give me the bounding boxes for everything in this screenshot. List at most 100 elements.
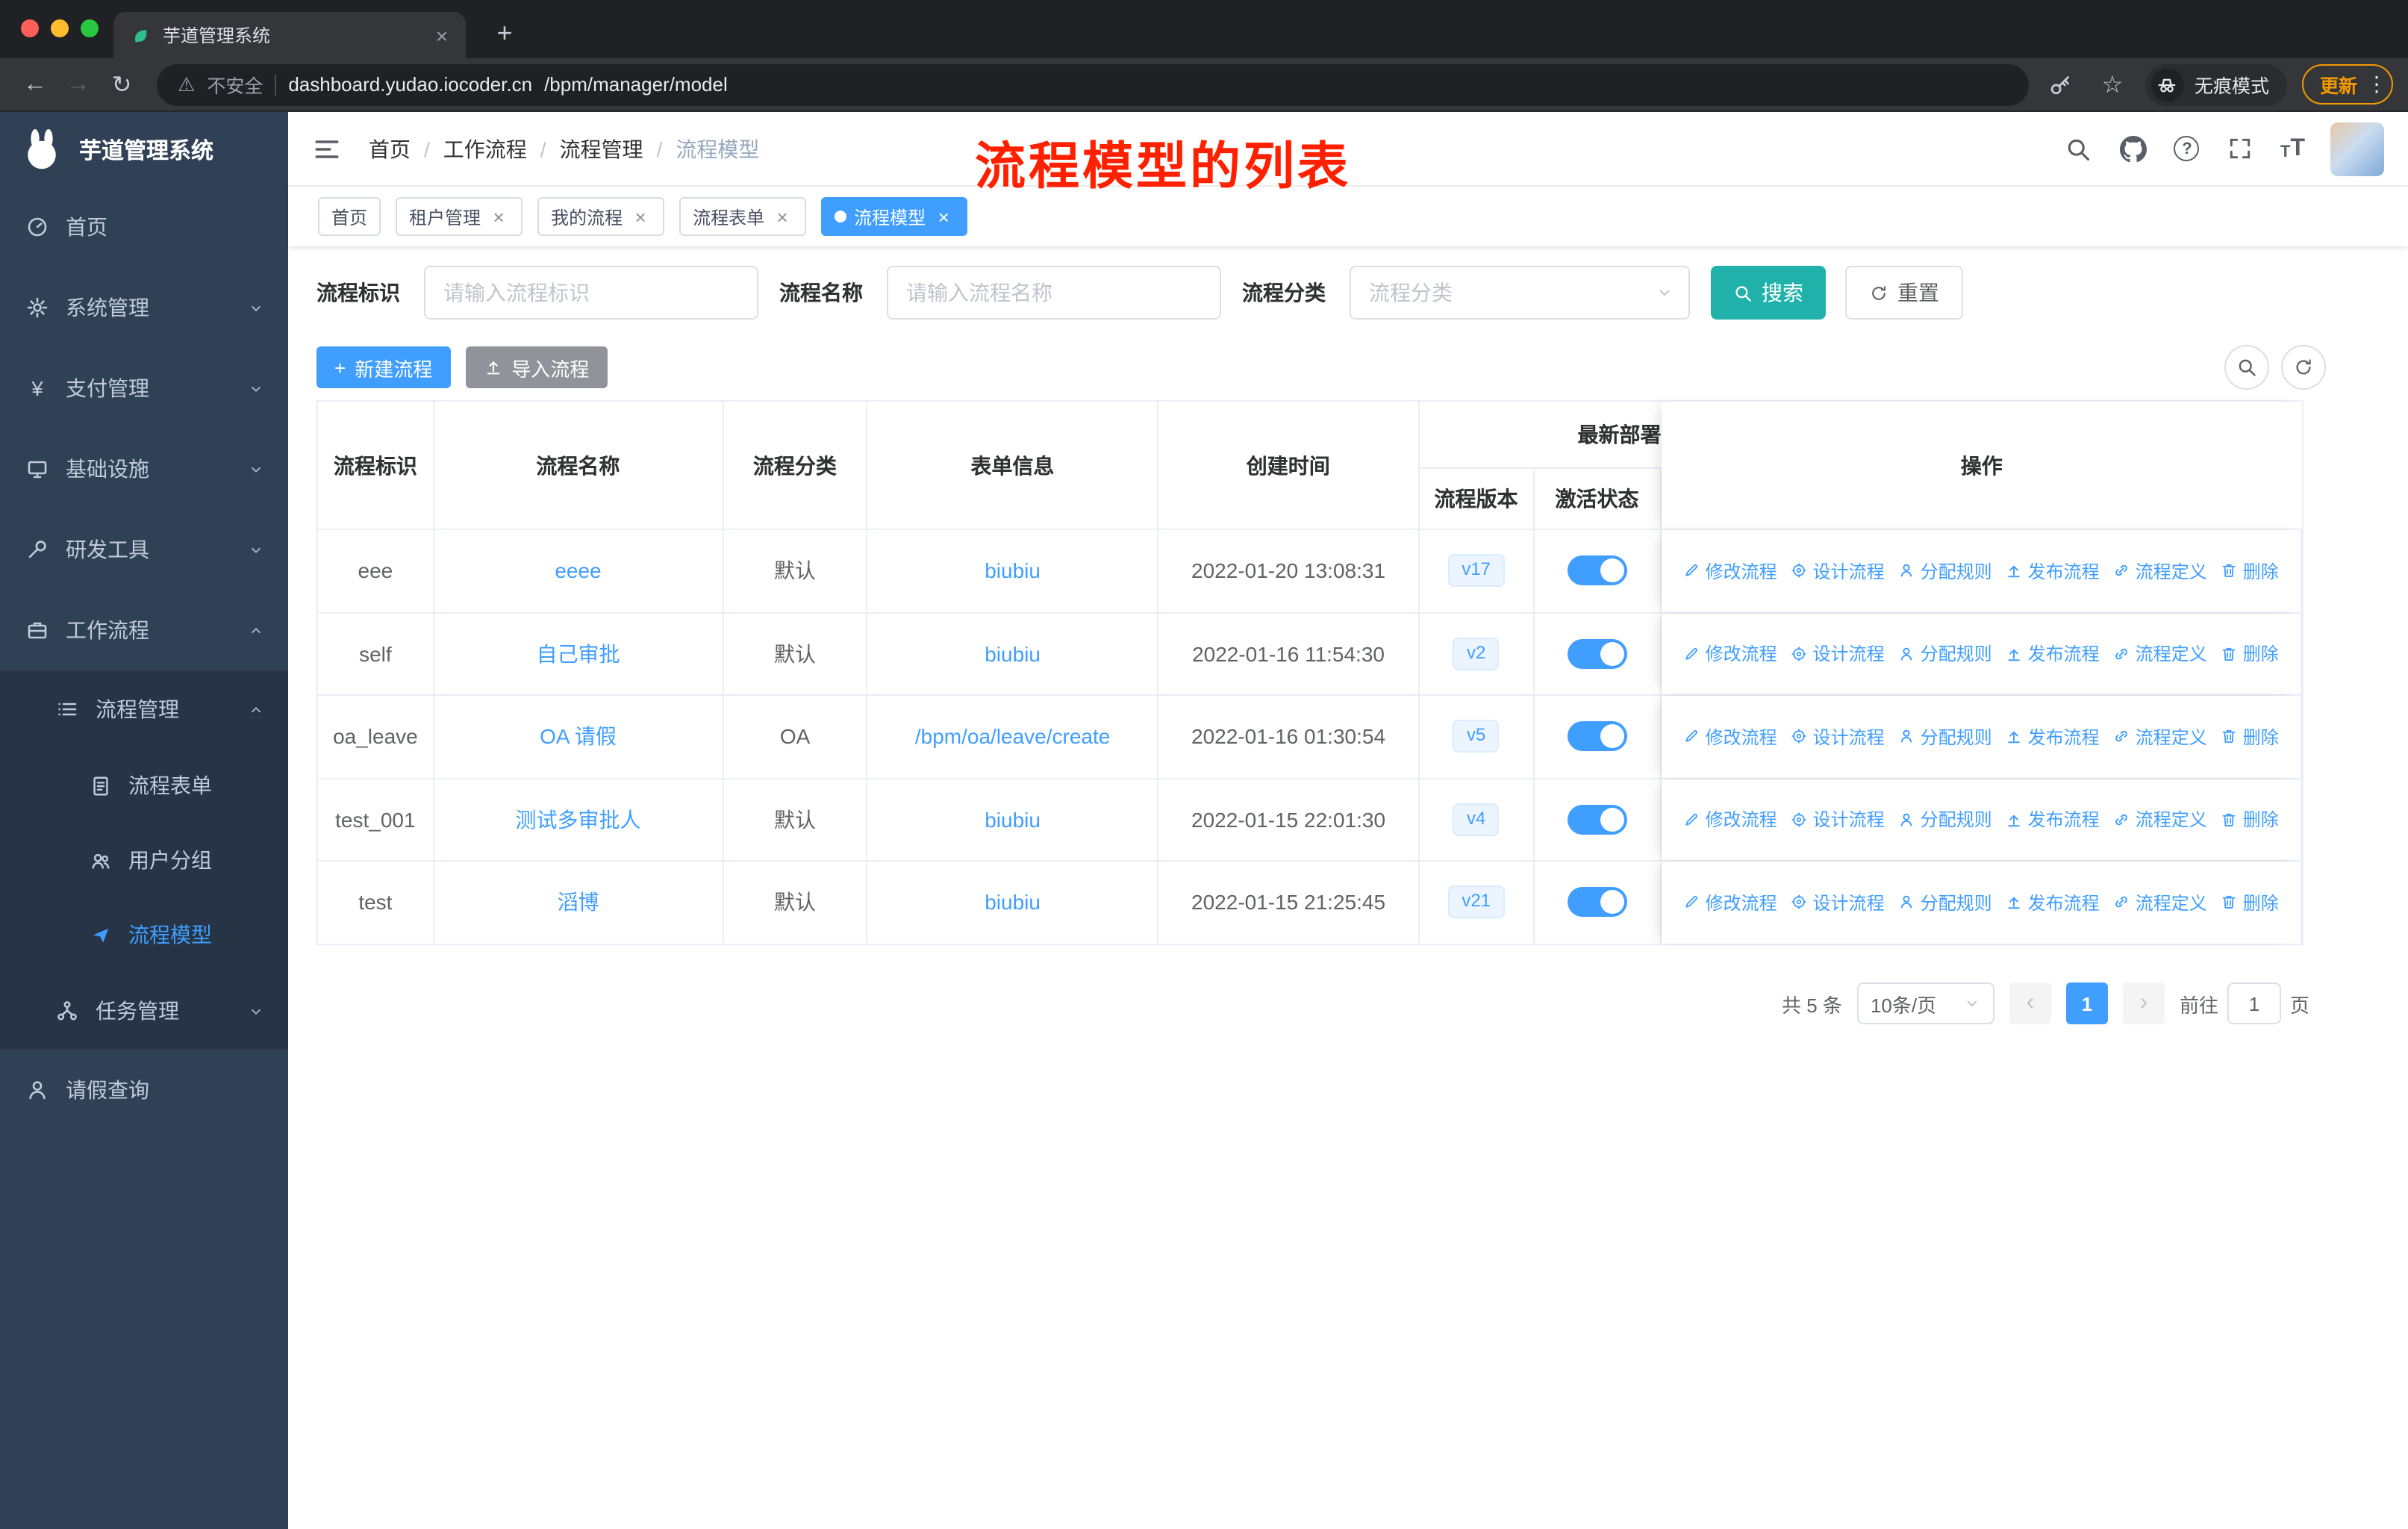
process-name-link[interactable]: 自己审批 [536,639,620,669]
sidebar-item-process-form[interactable]: 流程表单 [0,748,288,823]
page-size-select[interactable]: 10条/页 [1856,983,1994,1024]
close-icon[interactable]: × [488,207,509,226]
process-id-input[interactable] [424,266,758,320]
tab-close-icon[interactable]: × [430,25,454,46]
page-number-button[interactable]: 1 [2065,983,2108,1024]
fullscreen-icon[interactable] [2225,134,2255,164]
help-icon[interactable]: ? [2174,136,2200,161]
publish-process-link[interactable]: 发布流程 [2006,558,2100,584]
tag-process-form[interactable]: 流程表单 × [679,197,807,236]
sidebar-collapse-icon[interactable] [312,134,342,164]
delete-link[interactable]: 删除 [2221,558,2279,584]
process-definition-link[interactable]: 流程定义 [2113,890,2207,915]
address-bar[interactable]: ⚠ 不安全 dashboard.yudao.iocoder.cn/bpm/man… [157,63,2029,105]
delete-link[interactable]: 删除 [2221,807,2279,832]
sidebar-item-home[interactable]: 首页 [0,187,288,267]
process-definition-link[interactable]: 流程定义 [2113,724,2207,750]
incognito-chip[interactable]: 无痕模式 [2145,63,2287,105]
process-category-select[interactable]: 流程分类 [1350,266,1690,320]
tag-home[interactable]: 首页 [318,197,381,236]
window-minimize-button[interactable] [51,19,69,37]
browser-menu-icon[interactable]: ⋮ [2366,72,2387,97]
sidebar-item-workflow[interactable]: 工作流程 [0,590,288,670]
tag-tenant[interactable]: 租户管理 × [396,197,523,236]
form-info-link[interactable]: biubiu [985,891,1041,915]
reload-icon[interactable]: ↻ [102,64,142,105]
sidebar-item-user-group[interactable]: 用户分组 [0,823,288,897]
browser-tab[interactable]: 芋道管理系统 × [113,12,466,58]
form-info-link[interactable]: biubiu [985,808,1041,832]
sidebar-item-process-model[interactable]: 流程模型 [0,897,288,972]
active-toggle[interactable] [1567,804,1627,835]
active-toggle[interactable] [1567,721,1627,752]
search-button[interactable]: 搜索 [1711,266,1826,320]
modify-process-link[interactable]: 修改流程 [1683,641,1777,667]
sidebar-item-task-management[interactable]: 任务管理 [0,972,288,1050]
font-size-icon[interactable]: TT [2280,136,2305,161]
reset-button[interactable]: 重置 [1845,266,1963,320]
breadcrumb-process-management[interactable]: 流程管理 [560,134,643,164]
sidebar-item-leave-query[interactable]: 请假查询 [0,1050,288,1130]
close-icon[interactable]: × [630,207,651,226]
form-info-link[interactable]: /bpm/oa/leave/create [915,725,1111,749]
window-close-button[interactable] [21,19,39,37]
sidebar-item-payment[interactable]: ¥ 支付管理 [0,348,288,429]
design-process-link[interactable]: 设计流程 [1791,641,1885,667]
modify-process-link[interactable]: 修改流程 [1683,807,1777,832]
design-process-link[interactable]: 设计流程 [1791,890,1885,915]
assign-rule-link[interactable]: 分配规则 [1898,807,1992,832]
tag-process-model[interactable]: 流程模型 × [821,197,968,236]
delete-link[interactable]: 删除 [2221,890,2279,915]
modify-process-link[interactable]: 修改流程 [1683,724,1777,750]
create-process-button[interactable]: + 新建流程 [316,346,451,388]
delete-link[interactable]: 删除 [2221,641,2279,667]
assign-rule-link[interactable]: 分配规则 [1898,724,1992,750]
sidebar-item-process-management[interactable]: 流程管理 [0,670,288,748]
process-name-link[interactable]: eeee [555,559,601,583]
goto-page-input[interactable] [2227,983,2281,1024]
browser-update-button[interactable]: 更新 ⋮ [2301,64,2393,105]
next-page-button[interactable]: › [2122,983,2165,1024]
process-definition-link[interactable]: 流程定义 [2113,558,2207,584]
publish-process-link[interactable]: 发布流程 [2006,890,2100,915]
sidebar-item-infra[interactable]: 基础设施 [0,429,288,509]
form-info-link[interactable]: biubiu [985,642,1041,666]
import-process-button[interactable]: 导入流程 [465,346,608,388]
publish-process-link[interactable]: 发布流程 [2006,807,2100,832]
design-process-link[interactable]: 设计流程 [1791,724,1885,750]
active-toggle[interactable] [1567,638,1627,669]
password-key-icon[interactable] [2044,66,2080,102]
close-icon[interactable]: × [772,207,793,226]
design-process-link[interactable]: 设计流程 [1791,807,1885,832]
back-icon[interactable]: ← [15,64,55,105]
prev-page-button[interactable]: ‹ [2009,983,2051,1024]
active-toggle[interactable] [1567,887,1627,918]
process-definition-link[interactable]: 流程定义 [2113,641,2207,667]
design-process-link[interactable]: 设计流程 [1791,558,1885,584]
user-avatar[interactable] [2330,122,2384,175]
publish-process-link[interactable]: 发布流程 [2006,724,2100,750]
breadcrumb-workflow[interactable]: 工作流程 [443,134,527,164]
process-name-link[interactable]: 滔博 [557,888,599,918]
sidebar-item-system[interactable]: 系统管理 [0,267,288,348]
forward-icon[interactable]: → [58,64,99,105]
breadcrumb-home[interactable]: 首页 [369,134,411,164]
new-tab-button[interactable]: + [484,12,525,54]
process-name-input[interactable] [887,266,1221,320]
sidebar-item-devtools[interactable]: 研发工具 [0,509,288,590]
tag-my-process[interactable]: 我的流程 × [537,197,665,236]
close-icon[interactable]: × [933,207,954,226]
process-name-link[interactable]: OA 请假 [540,722,617,752]
security-label[interactable]: 不安全 [207,70,263,99]
delete-link[interactable]: 删除 [2221,724,2279,750]
assign-rule-link[interactable]: 分配规则 [1898,558,1992,584]
form-info-link[interactable]: biubiu [985,559,1041,583]
github-icon[interactable] [2119,134,2149,164]
modify-process-link[interactable]: 修改流程 [1683,558,1777,584]
process-definition-link[interactable]: 流程定义 [2113,807,2207,832]
process-name-link[interactable]: 测试多审批人 [515,805,640,835]
modify-process-link[interactable]: 修改流程 [1683,890,1777,915]
refresh-table-icon-button[interactable] [2281,345,2326,390]
assign-rule-link[interactable]: 分配规则 [1898,641,1992,667]
bookmark-star-icon[interactable]: ☆ [2094,66,2130,102]
